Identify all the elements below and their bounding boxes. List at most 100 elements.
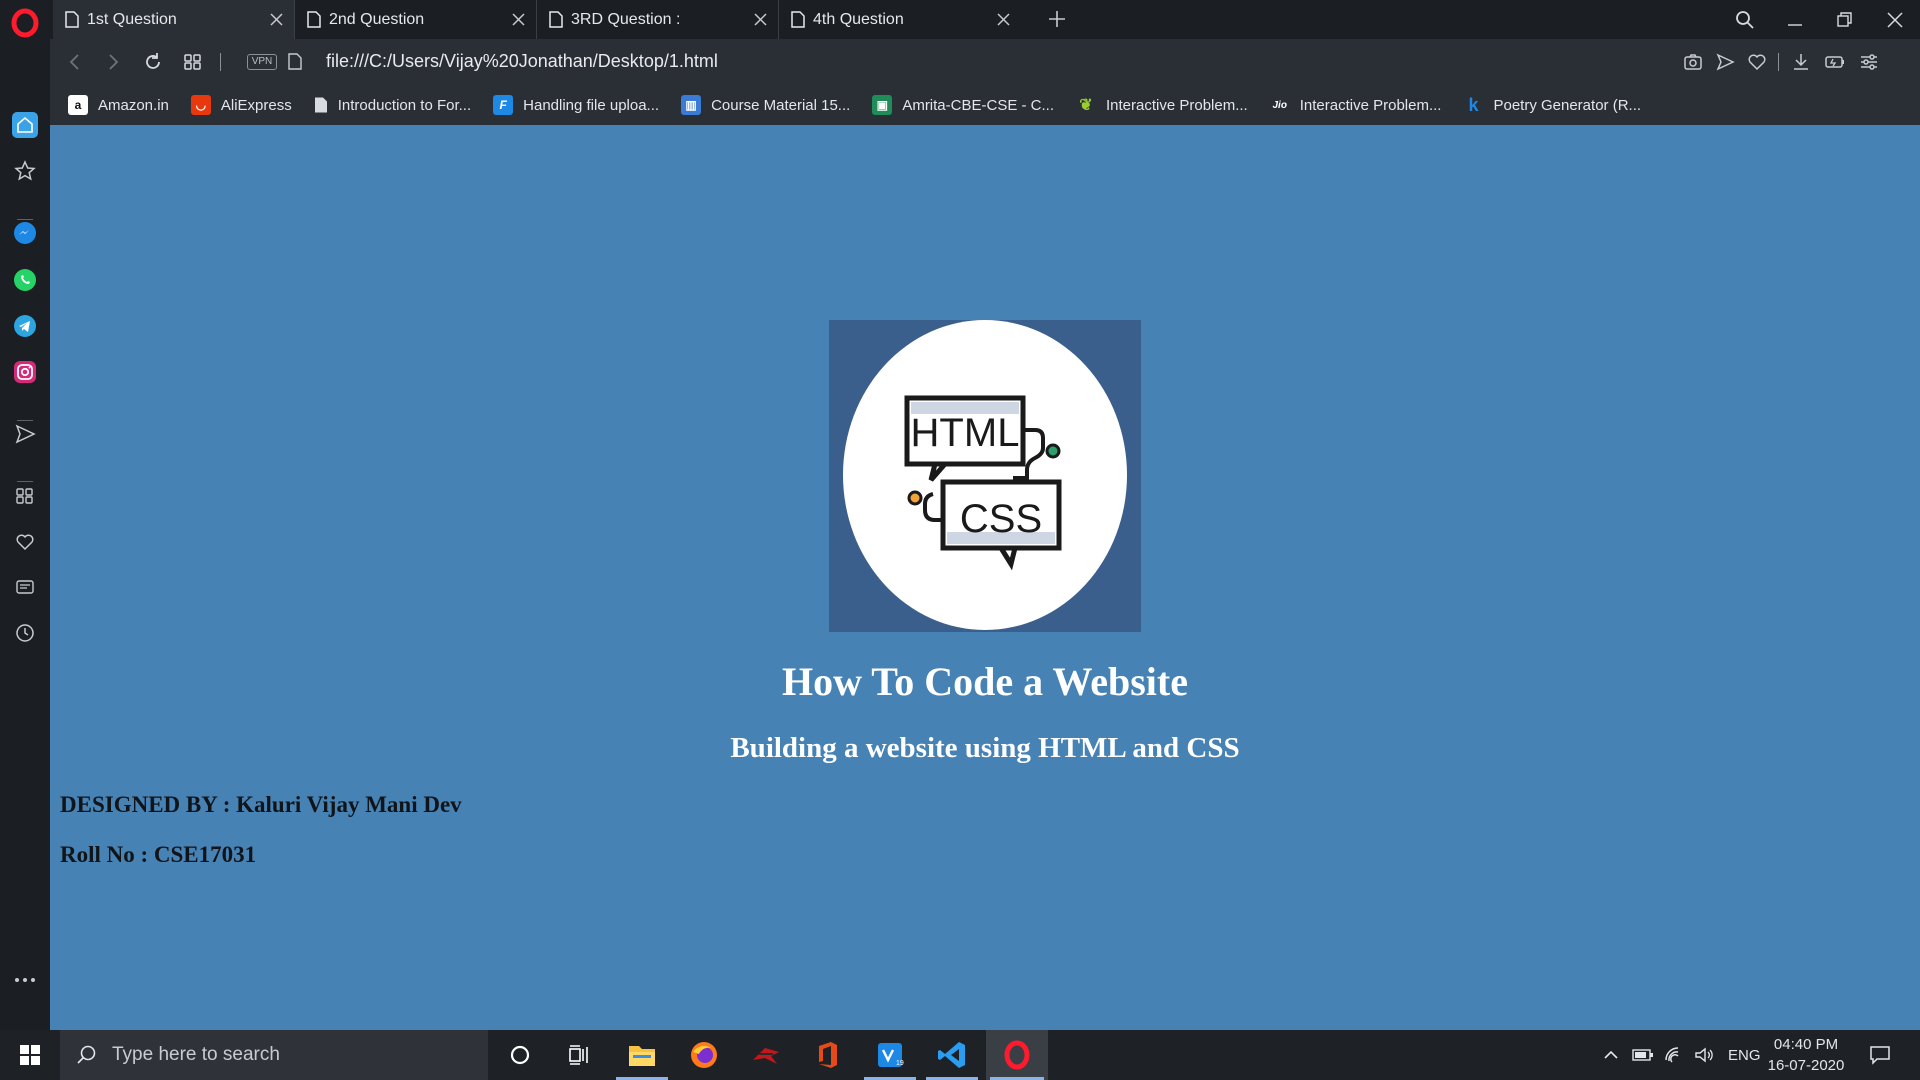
search-icon bbox=[77, 1045, 96, 1064]
url-field[interactable]: file:///C:/Users/Vijay%20Jonathan/Deskto… bbox=[326, 51, 718, 72]
windows-taskbar: Type here to search 19 ENG 04:40 PM 16-0… bbox=[0, 1030, 1920, 1080]
input-language[interactable]: ENG bbox=[1728, 1047, 1761, 1064]
document-icon bbox=[307, 11, 321, 28]
sidebar-more[interactable] bbox=[12, 967, 38, 993]
sidebar-telegram[interactable] bbox=[12, 313, 38, 339]
bookmark-amrita-classroom[interactable]: ▣ Amrita-CBE-CSE - C... bbox=[872, 95, 1054, 115]
new-tab-plus-icon[interactable] bbox=[1047, 9, 1067, 29]
taskbar-opera[interactable] bbox=[986, 1030, 1048, 1080]
taskbar-vs-project[interactable]: 19 bbox=[860, 1030, 920, 1080]
tab-2nd-question[interactable]: 2nd Question bbox=[295, 0, 537, 39]
tab-search-button[interactable] bbox=[1720, 0, 1770, 39]
telegram-icon bbox=[14, 315, 36, 337]
sidebar-whatsapp[interactable] bbox=[12, 267, 38, 293]
bookmarks-bar: a Amazon.in ◡ AliExpress Introduction to… bbox=[50, 85, 1920, 125]
wifi-icon[interactable] bbox=[1664, 1046, 1684, 1064]
k-icon: k bbox=[1468, 94, 1479, 115]
reload-icon[interactable] bbox=[142, 51, 164, 73]
taskbar-search-box[interactable]: Type here to search bbox=[60, 1030, 488, 1080]
forward-icon[interactable] bbox=[102, 51, 124, 73]
download-icon[interactable] bbox=[1790, 51, 1812, 73]
sidebar-my-flow[interactable] bbox=[12, 421, 38, 447]
sidebar-messenger[interactable] bbox=[12, 220, 38, 246]
tab-4th-question[interactable]: 4th Question bbox=[779, 0, 1021, 39]
close-tab-icon[interactable] bbox=[511, 12, 526, 27]
document-icon bbox=[65, 11, 79, 28]
divider bbox=[1778, 53, 1779, 71]
instagram-icon bbox=[14, 361, 36, 383]
bookmark-handling-file-upload[interactable]: F Handling file uploa... bbox=[493, 95, 659, 115]
whatsapp-icon bbox=[14, 269, 36, 291]
back-icon[interactable] bbox=[64, 51, 86, 73]
roll-number-text: Roll No : CSE17031 bbox=[60, 842, 257, 867]
restore-icon bbox=[1837, 11, 1852, 27]
close-tab-icon[interactable] bbox=[996, 12, 1011, 27]
show-hidden-icons-chevron-icon[interactable] bbox=[1602, 1046, 1620, 1064]
document-icon bbox=[549, 11, 563, 28]
battery-icon[interactable] bbox=[1632, 1047, 1654, 1063]
restore-button[interactable] bbox=[1820, 0, 1870, 39]
taskbar-clock[interactable]: 04:40 PM 16-07-2020 bbox=[1762, 1034, 1850, 1076]
clock-icon bbox=[16, 624, 34, 642]
tab-title: 2nd Question bbox=[329, 10, 425, 28]
bookmark-interactive-problem-2[interactable]: Jio Interactive Problem... bbox=[1270, 95, 1442, 115]
aliexpress-icon: ◡ bbox=[190, 95, 211, 115]
notification-icon bbox=[1870, 1046, 1890, 1065]
snapshot-icon[interactable] bbox=[1682, 51, 1704, 73]
f-icon: F bbox=[493, 95, 514, 115]
bookmark-introduction[interactable]: Introduction to For... bbox=[314, 95, 471, 115]
close-tab-icon[interactable] bbox=[269, 12, 284, 27]
heart-icon[interactable] bbox=[1746, 51, 1768, 73]
minimize-button[interactable] bbox=[1770, 0, 1820, 39]
sidebar-instagram[interactable] bbox=[12, 359, 38, 385]
bookmark-aliexpress[interactable]: ◡ AliExpress bbox=[190, 95, 292, 115]
taskbar-vscode[interactable] bbox=[922, 1030, 982, 1080]
cortana-button[interactable] bbox=[490, 1030, 550, 1080]
volume-icon[interactable] bbox=[1694, 1046, 1714, 1064]
action-center-button[interactable] bbox=[1850, 1030, 1910, 1080]
sidebar-separator bbox=[17, 481, 33, 482]
page-info-icon[interactable] bbox=[288, 53, 302, 70]
tab-title: 1st Question bbox=[87, 10, 177, 28]
taskbar-office[interactable] bbox=[798, 1030, 858, 1080]
home-icon bbox=[17, 116, 33, 133]
bookmark-label: Amrita-CBE-CSE - C... bbox=[902, 96, 1054, 114]
more-dots-icon bbox=[15, 978, 35, 982]
sidebar-workspaces[interactable] bbox=[12, 483, 38, 509]
visual-studio-project-icon: 19 bbox=[878, 1043, 904, 1067]
clock-time: 04:40 PM bbox=[1773, 1036, 1839, 1053]
battery-saver-icon[interactable] bbox=[1824, 51, 1846, 73]
svg-text:19: 19 bbox=[896, 1060, 904, 1067]
sidebar-news[interactable] bbox=[12, 574, 38, 600]
speed-dial-icon[interactable] bbox=[182, 51, 204, 73]
bookmark-poetry-generator[interactable]: k Poetry Generator (R... bbox=[1463, 95, 1641, 115]
bookmark-label: Amazon.in bbox=[98, 96, 169, 114]
taskbar-firefox[interactable] bbox=[674, 1030, 734, 1080]
tab-bar: 1st Question 2nd Question 3RD Question :… bbox=[0, 0, 1920, 39]
vpn-badge[interactable]: VPN bbox=[247, 54, 277, 70]
task-view-button[interactable] bbox=[550, 1030, 610, 1080]
opera-menu-icon[interactable] bbox=[10, 8, 40, 38]
tab-1st-question[interactable]: 1st Question bbox=[53, 0, 295, 39]
cortana-circle-icon bbox=[510, 1045, 530, 1065]
heart-icon bbox=[16, 534, 34, 551]
taskbar-file-explorer[interactable] bbox=[612, 1030, 672, 1080]
bookmark-interactive-problem-1[interactable]: ❦ Interactive Problem... bbox=[1076, 95, 1247, 115]
red-wing-app-icon bbox=[753, 1048, 779, 1064]
taskbar-app-red[interactable] bbox=[736, 1030, 796, 1080]
start-button[interactable] bbox=[0, 1030, 60, 1080]
sidebar-home[interactable] bbox=[12, 112, 38, 138]
sidebar-pinboard[interactable] bbox=[12, 529, 38, 555]
tab-strip: 1st Question 2nd Question 3RD Question :… bbox=[53, 0, 1021, 39]
easy-setup-icon[interactable] bbox=[1858, 51, 1880, 73]
tab-3rd-question[interactable]: 3RD Question : bbox=[537, 0, 779, 39]
bookmark-course-material[interactable]: ▥ Course Material 15... bbox=[681, 95, 850, 115]
close-tab-icon[interactable] bbox=[753, 12, 768, 27]
close-window-button[interactable] bbox=[1870, 0, 1920, 39]
send-icon[interactable] bbox=[1714, 51, 1736, 73]
grid-icon bbox=[16, 488, 33, 504]
bookmark-amazon[interactable]: a Amazon.in bbox=[68, 95, 169, 115]
amazon-icon: a bbox=[68, 95, 88, 115]
sidebar-history[interactable] bbox=[12, 620, 38, 646]
sidebar-bookmarks[interactable] bbox=[12, 158, 38, 184]
